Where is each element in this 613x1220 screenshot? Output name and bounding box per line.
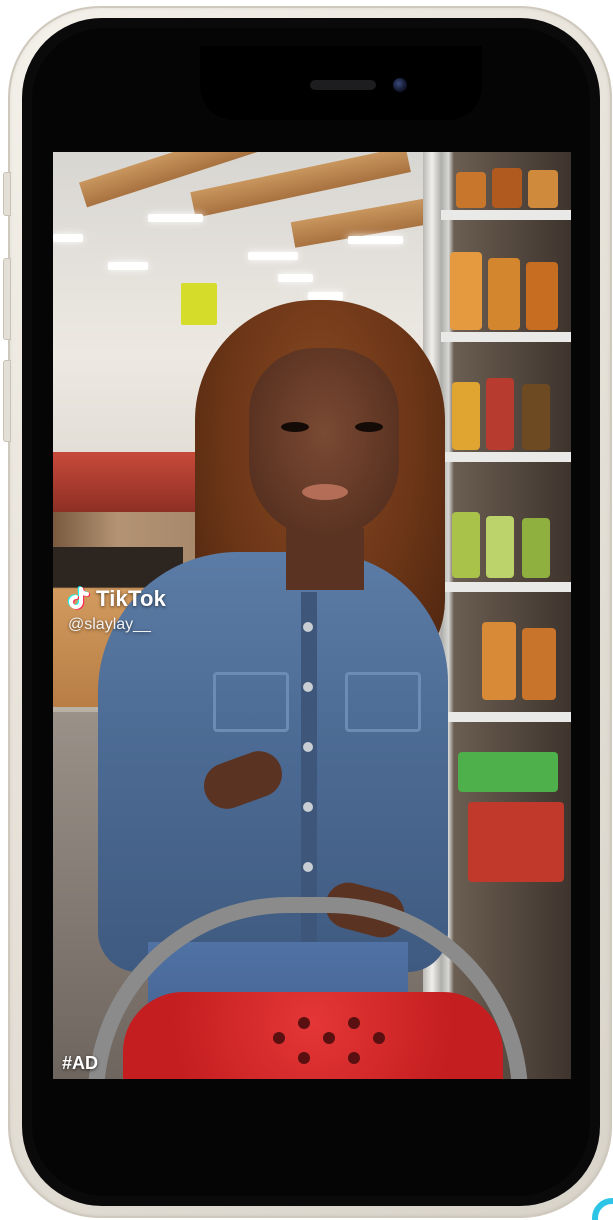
creator-handle[interactable]: @slaylay__ <box>66 616 166 634</box>
ceiling-light <box>308 292 343 300</box>
fridge-product <box>488 258 520 330</box>
jacket-pocket <box>213 672 289 732</box>
jacket-button <box>303 862 313 872</box>
fridge-product <box>458 752 558 792</box>
ceiling-light <box>278 274 313 282</box>
fridge-product <box>468 802 564 882</box>
fridge-shelf <box>438 582 571 592</box>
person-eye <box>355 422 383 432</box>
fridge-product <box>522 518 550 578</box>
store-sign <box>181 283 217 325</box>
volume-up-button <box>3 258 11 340</box>
jacket-button <box>303 622 313 632</box>
jacket-button <box>303 682 313 692</box>
fridge-product <box>528 170 558 208</box>
fridge-product <box>450 252 482 330</box>
basket-hole <box>298 1017 310 1029</box>
ceiling-light <box>148 214 203 222</box>
front-camera-icon <box>393 78 407 92</box>
fridge-shelf <box>438 712 571 722</box>
ad-disclosure-label: #AD <box>62 1053 99 1073</box>
shopping-basket <box>123 992 503 1079</box>
produce-display <box>53 452 203 512</box>
fridge-shelf <box>438 210 571 220</box>
ceiling-light <box>53 234 83 242</box>
basket-hole <box>348 1017 360 1029</box>
ceiling-light <box>108 262 148 270</box>
fridge-product <box>522 384 550 450</box>
page: TikTok @slaylay__ #AD <box>0 0 613 1220</box>
jacket-button <box>303 802 313 812</box>
fridge-shelf <box>438 332 571 342</box>
person-lips <box>302 484 348 500</box>
tiktok-watermark: TikTok @slaylay__ <box>66 586 166 634</box>
earpiece-speaker <box>310 80 376 90</box>
fridge-product <box>526 262 558 330</box>
tiktok-note-icon <box>67 586 91 610</box>
basket-hole <box>373 1032 385 1044</box>
fridge-product <box>482 622 516 700</box>
fridge-product <box>486 516 514 578</box>
person-face <box>249 348 399 538</box>
volume-down-button <box>3 360 11 442</box>
fridge-shelf <box>438 452 571 462</box>
fridge-product <box>486 378 514 450</box>
tiktok-brand-row: TikTok <box>66 586 166 612</box>
ceiling-light <box>348 236 403 244</box>
jacket-button <box>303 742 313 752</box>
fridge-product <box>452 382 480 450</box>
basket-hole <box>323 1032 335 1044</box>
fridge-product <box>452 512 480 578</box>
corner-accent <box>592 1198 613 1220</box>
fridge-product <box>456 172 486 208</box>
silent-switch <box>3 172 11 216</box>
basket-hole <box>348 1052 360 1064</box>
fridge-product <box>492 168 522 208</box>
person-eye <box>281 422 309 432</box>
basket-hole <box>273 1032 285 1044</box>
tiktok-brand-label: TikTok <box>96 586 167 611</box>
fridge-product <box>522 628 556 700</box>
jacket-pocket <box>345 672 421 732</box>
refrigerator-case <box>438 152 571 1079</box>
ceiling-light <box>248 252 298 260</box>
basket-hole <box>298 1052 310 1064</box>
